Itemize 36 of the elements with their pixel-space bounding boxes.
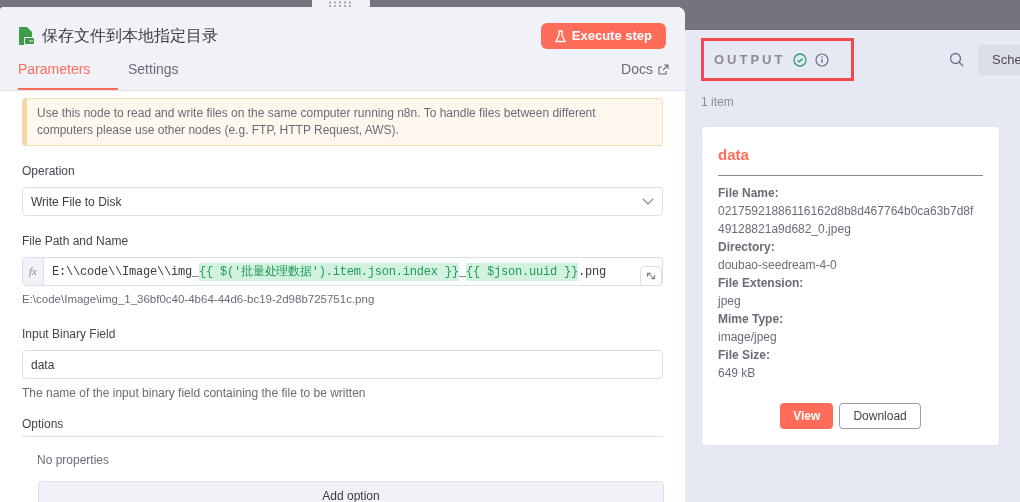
field-label: Mime Type: [718, 310, 784, 328]
dropdown-value: Write File to Disk [31, 193, 122, 211]
docs-link[interactable]: Docs [621, 59, 669, 90]
tab[interactable]: Settings [118, 59, 218, 90]
empty-text: No properties [37, 452, 111, 470]
chevron-down-icon [642, 198, 654, 205]
section-heading: Options [22, 415, 663, 438]
field-value: image/jpeg [718, 328, 778, 346]
notice-banner: Use this node to read and write files on the same computer running n8n. To handle files between different computers please use other nodes (e.g. FTP, HTTP Request, AWS). [22, 98, 663, 146]
field-label: File Name: [718, 184, 779, 202]
search-icon[interactable] [949, 52, 964, 67]
node-title: 保存文件到本地指定目录 [42, 26, 218, 46]
info-icon[interactable] [815, 52, 830, 67]
card-title: data [718, 144, 983, 176]
add-option-button[interactable]: Add option [38, 481, 664, 502]
path-preview: E:\code\Image\img_1_36bf0c40-4b64-44d6-bc19-2d98b725751c.png [22, 292, 376, 307]
field-label: Operation [22, 163, 76, 180]
field-value: 02175921886116162d8b8d467764b0ca63b7d8f49128821a9d682_0.jpeg [718, 202, 975, 238]
operation-dropdown[interactable]: Write File to Disk [22, 187, 663, 216]
field-label: File Size: [718, 346, 770, 364]
binary-field-input[interactable]: data [22, 350, 663, 380]
field-label: Directory: [718, 238, 775, 256]
external-link-icon [658, 64, 669, 75]
field-label: Input Binary Field [22, 326, 117, 344]
field-value: 649 kB [718, 364, 757, 382]
field-hint: The name of the input binary field containing the file to be written [22, 385, 367, 403]
field-label: File Extension: [718, 274, 804, 292]
file-icon [18, 27, 34, 45]
field-label: File Path and Name [22, 233, 130, 250]
field-value: jpeg [718, 292, 742, 310]
flask-icon [554, 29, 566, 43]
item-count: 1 item [701, 94, 735, 111]
field-value: doubao-seedream-4-0 [718, 256, 838, 274]
output-title: OUTPUT [714, 50, 786, 69]
download-button[interactable]: Download [839, 402, 921, 429]
drag-handle[interactable] [312, 0, 370, 9]
